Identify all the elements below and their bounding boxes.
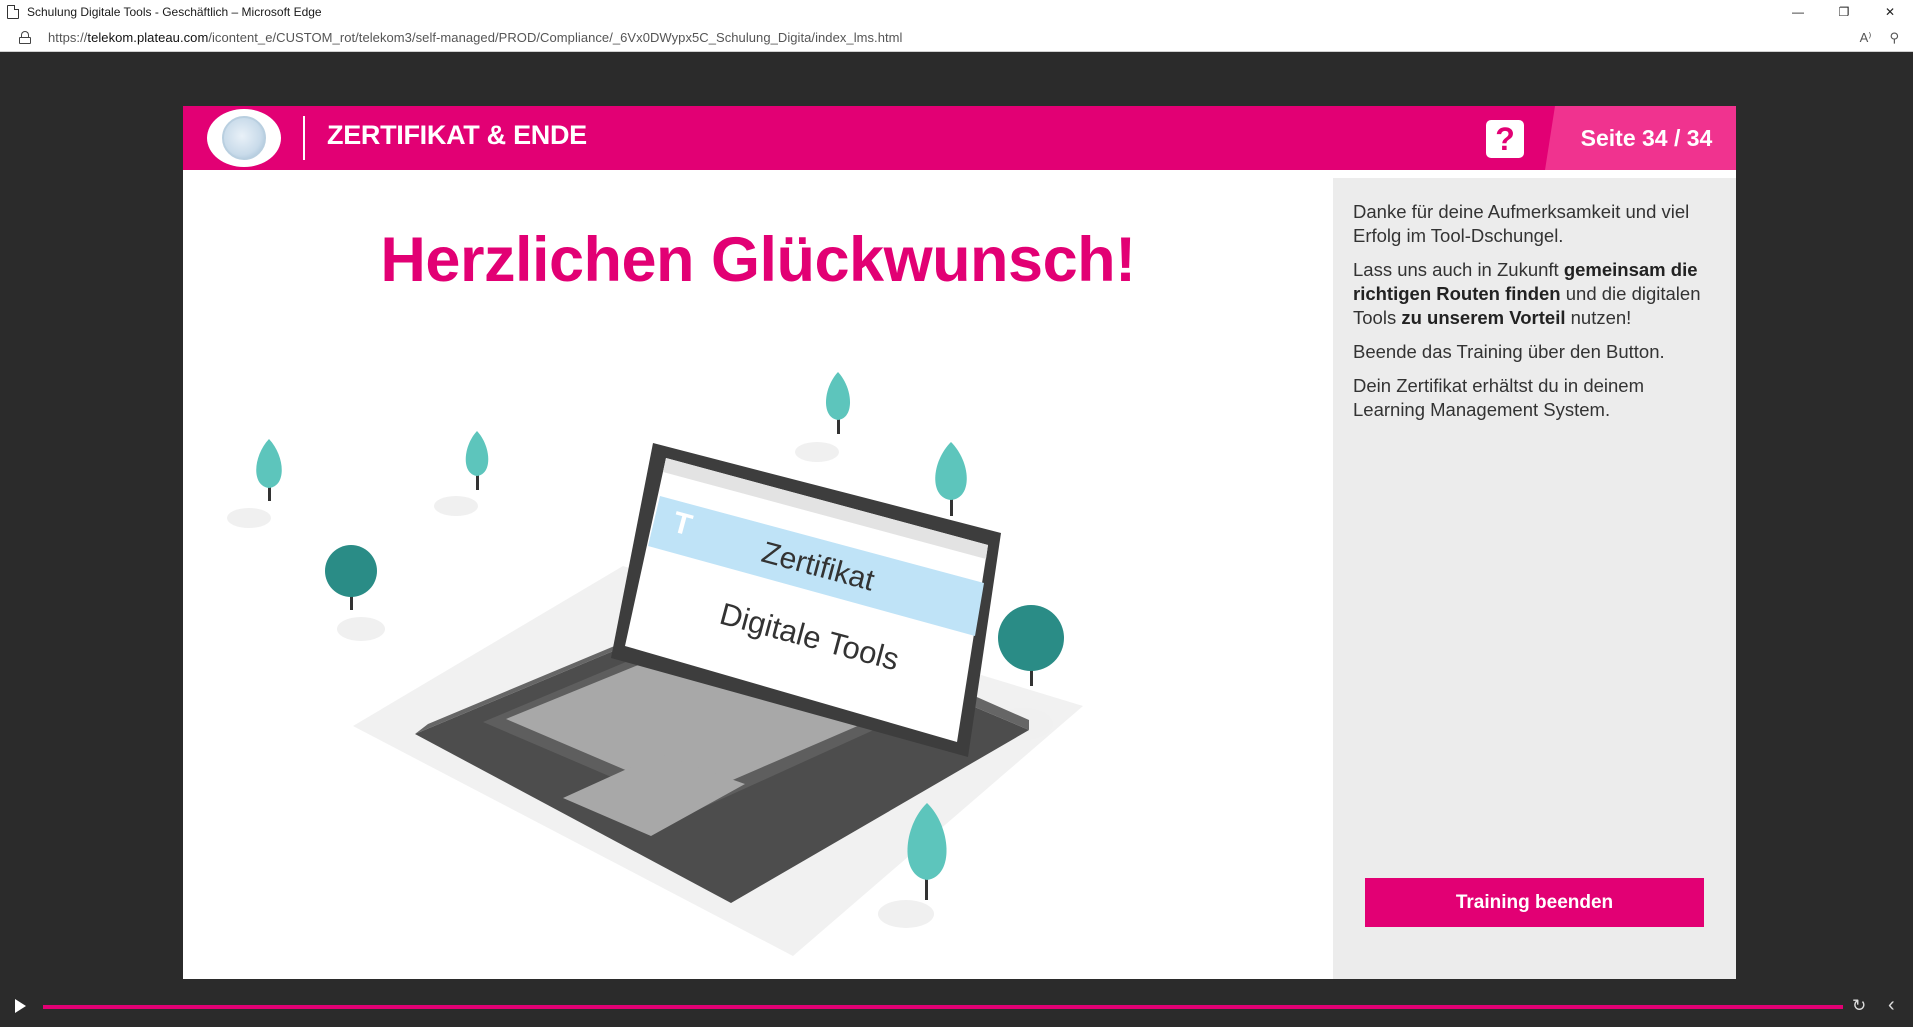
collapse-icon[interactable]: ‹ (1888, 994, 1895, 1017)
read-aloud-icon[interactable]: A⁾ (1860, 30, 1872, 46)
tree-icon (795, 372, 851, 462)
course-logo (207, 109, 281, 167)
address-bar[interactable]: https://telekom.plateau.com/icontent_e/C… (0, 24, 1913, 52)
side-panel: Danke für deine Aufmerksamkeit und viel … (1333, 178, 1736, 979)
future-text: Lass uns auch in Zukunft gemeinsam die r… (1353, 259, 1701, 328)
progress-bar[interactable] (43, 1005, 1843, 1009)
course-header: ZERTIFIKAT & ENDE ? Seite 34 / 34 (183, 106, 1736, 170)
url-host: telekom.plateau.com (87, 30, 209, 45)
url-prefix: https:// (48, 30, 88, 45)
congratulations-headline: Herzlichen Glückwunsch! (380, 225, 1136, 295)
restore-button[interactable]: ❐ (1821, 0, 1867, 24)
page-indicator: Seite 34 / 34 (1545, 106, 1736, 170)
minimize-button[interactable]: — (1775, 0, 1821, 24)
tree-icon (227, 439, 282, 528)
tree-icon (325, 545, 385, 641)
window-title: Schulung Digitale Tools - Geschäftlich –… (27, 5, 322, 19)
thanks-text: Danke für deine Aufmerksamkeit und viel … (1353, 201, 1690, 246)
page-icon (7, 5, 19, 19)
tree-icon (434, 431, 489, 516)
laptop-illustration: T Zertifikat Digitale Tools (227, 372, 1083, 956)
progress-fill (43, 1005, 1843, 1009)
player-bar: ↻ ‹ (0, 990, 1913, 1027)
replay-icon[interactable]: ↻ (1852, 996, 1866, 1016)
window-controls: — ❐ ✕ (1775, 0, 1913, 24)
play-icon[interactable] (15, 999, 26, 1013)
url-path: /icontent_e/CUSTOM_rot/telekom3/self-man… (208, 30, 903, 45)
section-title: ZERTIFIKAT & ENDE (327, 120, 587, 150)
globe-icon (222, 116, 266, 160)
page-indicator-label: Seite 34 / 34 (1580, 124, 1713, 151)
url-text[interactable]: https://telekom.plateau.com/icontent_e/C… (48, 30, 902, 45)
window-titlebar: Schulung Digitale Tools - Geschäftlich –… (0, 0, 1913, 24)
header-divider (303, 116, 305, 160)
help-button[interactable]: ? (1486, 120, 1524, 158)
end-training-button[interactable]: Training beenden (1365, 878, 1704, 927)
zoom-icon[interactable]: ⚲ (1889, 30, 1899, 46)
close-button[interactable]: ✕ (1867, 0, 1913, 24)
certificate-info-text: Dein Zertifikat erhältst du in deinem Le… (1353, 375, 1644, 420)
lock-icon[interactable] (19, 31, 31, 44)
course-frame: ZERTIFIKAT & ENDE ? Seite 34 / 34 Herzli… (183, 106, 1736, 979)
end-instruction-text: Beende das Training über den Button. (1353, 341, 1665, 362)
